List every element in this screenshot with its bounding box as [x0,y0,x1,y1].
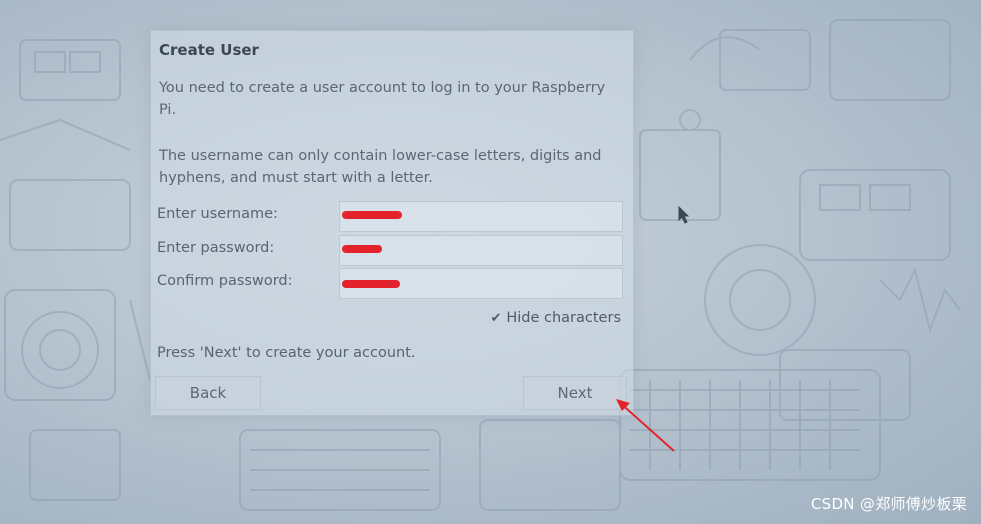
username-rules-message: The username can only contain lower-case… [159,148,602,186]
password-input[interactable] [339,235,623,266]
password-label: Enter password: [157,240,275,256]
redaction-mark [342,211,402,219]
footer-message: Press 'Next' to create your account. [157,345,416,361]
watermark: CSDN @郑师傅炒板栗 [810,495,967,513]
intro-message: You need to create a user account to log… [159,80,606,118]
create-user-dialog: Create User You need to create a user ac… [150,30,634,416]
redaction-mark [342,280,400,288]
username-label: Enter username: [157,206,278,222]
checkmark-icon: ✔ [490,310,502,326]
annotation-arrow-icon [616,399,675,452]
hide-characters-checkbox[interactable]: ✔ Hide characters [490,310,621,326]
dialog-title: Create User [159,41,259,59]
back-button[interactable]: Back [155,376,261,410]
confirm-password-label: Confirm password: [157,273,293,289]
username-input[interactable] [339,201,623,232]
redaction-mark [342,245,382,253]
mouse-cursor-icon [678,206,690,224]
confirm-password-input[interactable] [339,268,623,299]
hide-characters-label: Hide characters [506,310,621,326]
